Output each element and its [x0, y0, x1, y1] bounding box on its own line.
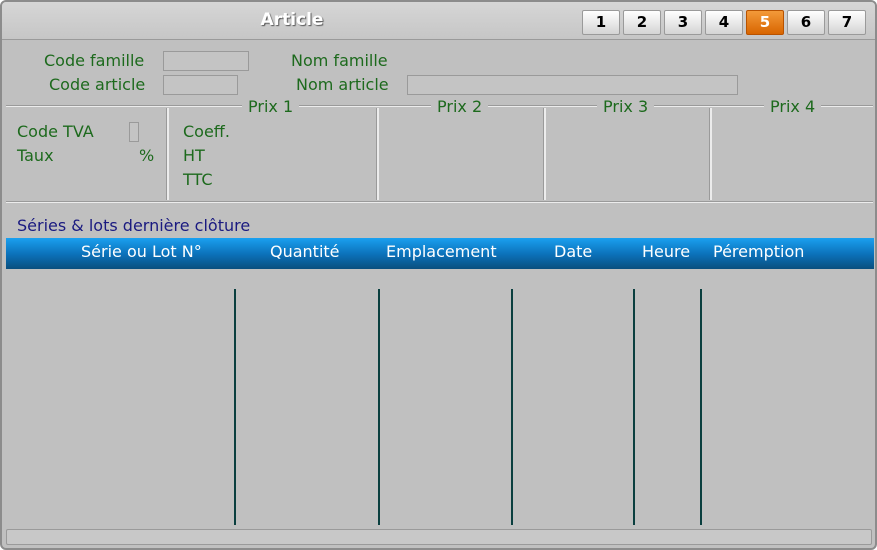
column-header-emplacement[interactable]: Emplacement	[386, 242, 497, 261]
grid-column-separator	[511, 289, 513, 525]
tab-3[interactable]: 3	[664, 10, 702, 35]
grid-column-separator	[234, 289, 236, 525]
ht-label: HT	[183, 146, 205, 165]
group-divider-prix1	[376, 108, 379, 200]
tab-5[interactable]: 5	[746, 10, 784, 35]
lots-grid-body[interactable]	[6, 269, 874, 525]
column-header-heure[interactable]: Heure	[642, 242, 690, 261]
tab-6[interactable]: 6	[787, 10, 825, 35]
nom-famille-label: Nom famille	[291, 51, 388, 70]
group-divider-prix3	[709, 108, 712, 200]
code-article-label: Code article	[49, 75, 146, 94]
ttc-label: TTC	[183, 170, 213, 189]
prix1-group-label: Prix 1	[242, 97, 300, 116]
code-famille-field[interactable]	[163, 51, 249, 71]
window-title: Article	[260, 10, 324, 30]
column-header-serie-lot[interactable]: Série ou Lot N°	[81, 242, 202, 261]
taux-label: Taux	[17, 146, 54, 165]
code-famille-label: Code famille	[44, 51, 145, 70]
tab-7[interactable]: 7	[828, 10, 866, 35]
title-bar: Article	[2, 2, 875, 39]
taux-percent-sign: %	[139, 146, 155, 165]
code-tva-label: Code TVA	[17, 122, 94, 141]
prix4-group-label: Prix 4	[764, 97, 822, 116]
column-header-date[interactable]: Date	[554, 242, 592, 261]
lots-grid-header: Série ou Lot N° Quantité Emplacement Dat…	[6, 238, 874, 269]
prix2-group-label: Prix 2	[431, 97, 489, 116]
grid-column-separator	[700, 289, 702, 525]
article-window: Article 1 2 3 4 5 6 7 Code famille Nom f…	[0, 0, 877, 550]
grid-column-separator	[378, 289, 380, 525]
tab-2[interactable]: 2	[623, 10, 661, 35]
nom-article-label: Nom article	[296, 75, 389, 94]
tab-4[interactable]: 4	[705, 10, 743, 35]
coeff-label: Coeff.	[183, 122, 230, 141]
prix3-group-label: Prix 3	[597, 97, 655, 116]
code-tva-field[interactable]	[129, 122, 139, 142]
column-header-peremption[interactable]: Péremption	[713, 242, 804, 261]
lots-section-title: Séries & lots dernière clôture	[17, 216, 251, 235]
group-divider-tva	[166, 108, 169, 200]
column-header-quantite[interactable]: Quantité	[270, 242, 340, 261]
tab-1[interactable]: 1	[582, 10, 620, 35]
status-bar	[6, 529, 872, 545]
group-divider-prix2	[543, 108, 546, 200]
group-divider-bottom-light	[6, 202, 873, 203]
nom-article-field[interactable]	[407, 75, 738, 95]
title-divider	[2, 39, 875, 40]
grid-column-separator	[633, 289, 635, 525]
code-article-field[interactable]	[163, 75, 238, 95]
